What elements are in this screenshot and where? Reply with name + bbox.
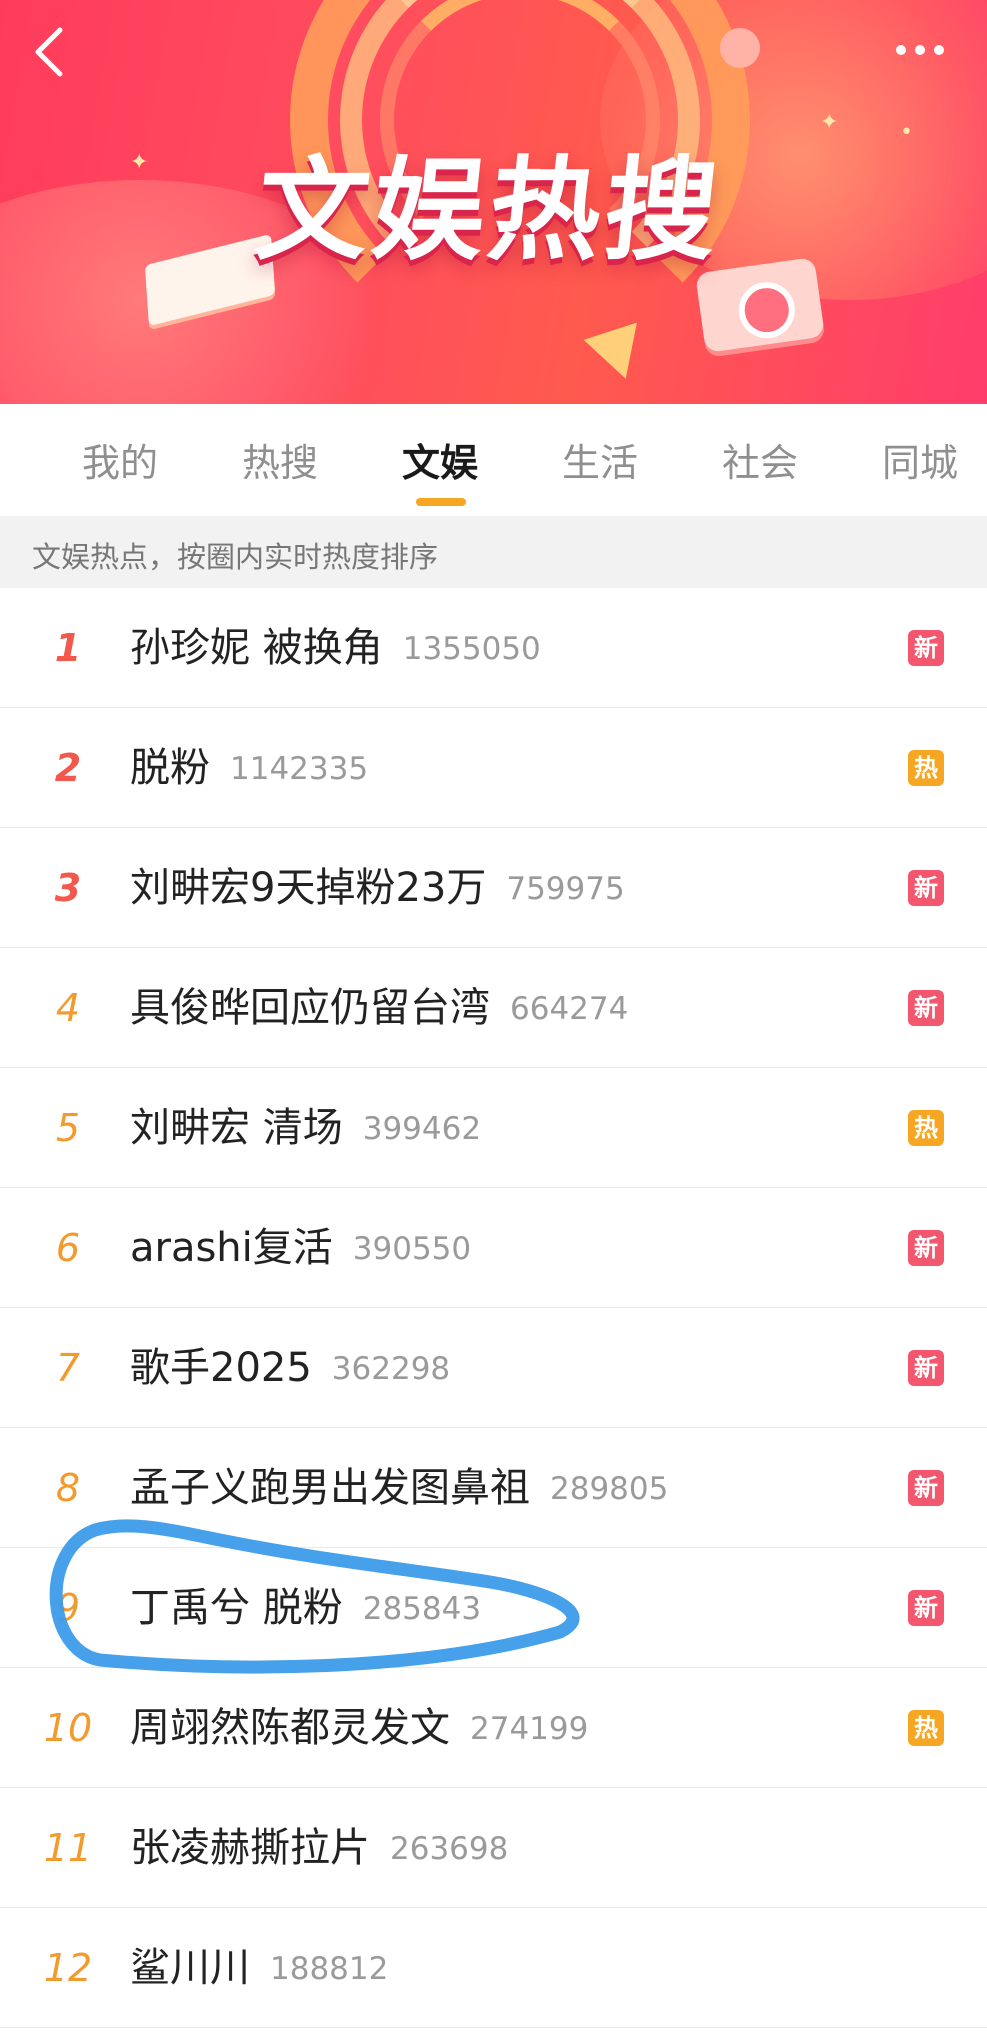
item-count: 759975 (506, 871, 625, 907)
tab-local[interactable]: 同城 (882, 438, 958, 488)
rank-number: 8 (55, 1466, 81, 1510)
item-title-line: 刘畊宏9天掉粉23万 759975 (130, 828, 625, 948)
list-item[interactable]: 1 孙珍妮 被换角 1355050 新 (0, 588, 987, 708)
new-badge: 新 (908, 1350, 944, 1386)
sparkle-icon: • (900, 120, 913, 145)
item-title: 歌手2025 (130, 1345, 312, 1391)
item-title: 周翊然陈都灵发文 (130, 1705, 450, 1751)
rank-number: 2 (54, 746, 82, 790)
item-title-line: 周翊然陈都灵发文 274199 (130, 1668, 588, 1788)
rank-number: 12 (43, 1946, 93, 1990)
hot-badge: 热 (908, 1710, 944, 1746)
list-item[interactable]: 4 具俊晔回应仍留台湾 664274 新 (0, 948, 987, 1068)
item-title-line: 张凌赫撕拉片 263698 (130, 1788, 508, 1908)
sparkle-icon: ✦ (820, 110, 839, 135)
item-title: arashi复活 (130, 1225, 333, 1271)
new-badge: 新 (908, 870, 944, 906)
item-title-line: 丁禹兮 脱粉 285843 (130, 1548, 481, 1668)
back-button[interactable] (28, 24, 84, 80)
header-banner: ✦ ✦ • 文娱热搜 (0, 0, 987, 404)
item-title-line: 鲨川川 188812 (130, 1908, 388, 2028)
item-title-line: 孟子义跑男出发图鼻祖 289805 (130, 1428, 668, 1548)
rank-number: 7 (55, 1346, 81, 1390)
item-title: 刘畊宏 清场 (130, 1105, 343, 1151)
item-count: 362298 (331, 1351, 451, 1387)
list-item[interactable]: 2 脱粉 1142335 热 (0, 708, 987, 828)
tab-mine[interactable]: 我的 (82, 438, 158, 488)
item-title: 脱粉 (130, 745, 210, 791)
rank-number: 6 (55, 1226, 81, 1270)
item-count: 664274 (510, 991, 629, 1027)
more-button[interactable] (880, 28, 960, 72)
item-title: 张凌赫撕拉片 (130, 1825, 370, 1871)
rank-number: 11 (43, 1826, 93, 1870)
item-count: 1142335 (230, 751, 369, 787)
item-count: 188812 (270, 1951, 389, 1987)
rank-number: 3 (54, 866, 82, 910)
item-title-line: 歌手2025 362298 (130, 1308, 450, 1428)
item-count: 285843 (362, 1591, 482, 1627)
rank-number: 4 (55, 986, 81, 1030)
tab-society[interactable]: 社会 (722, 438, 798, 488)
item-title: 孟子义跑男出发图鼻祖 (130, 1465, 530, 1511)
item-title-line: arashi复活 390550 (130, 1188, 471, 1308)
tab-hot-search[interactable]: 热搜 (242, 438, 318, 488)
new-badge: 新 (908, 630, 944, 666)
tab-life[interactable]: 生活 (562, 438, 638, 488)
item-count: 390550 (352, 1231, 472, 1267)
list-item[interactable]: 6 arashi复活 390550 新 (0, 1188, 987, 1308)
list-item[interactable]: 3 刘畊宏9天掉粉23万 759975 新 (0, 828, 987, 948)
item-count: 399462 (362, 1111, 482, 1147)
item-count: 1355050 (402, 631, 541, 667)
list-item[interactable]: 10 周翊然陈都灵发文 274199 热 (0, 1668, 987, 1788)
item-title: 丁禹兮 脱粉 (130, 1585, 343, 1631)
list-item[interactable]: 7 歌手2025 362298 新 (0, 1308, 987, 1428)
banner-title: 文娱热搜 (250, 146, 728, 276)
list-item[interactable]: 12 鲨川川 188812 (0, 1908, 987, 2028)
list-item[interactable]: 9 丁禹兮 脱粉 285843 新 (0, 1548, 987, 1668)
list-item[interactable]: 8 孟子义跑男出发图鼻祖 289805 新 (0, 1428, 987, 1548)
item-title: 具俊晔回应仍留台湾 (130, 985, 490, 1031)
chevron-left-icon (35, 27, 63, 77)
planet-icon (720, 28, 760, 68)
rank-number: 9 (55, 1586, 81, 1630)
more-dot (934, 45, 944, 55)
category-tabs: 我的 热搜 文娱 生活 社会 同城 (0, 404, 987, 516)
new-badge: 新 (908, 1470, 944, 1506)
sparkle-icon: ✦ (130, 150, 149, 175)
item-title: 孙珍妮 被换角 (130, 625, 383, 671)
hot-badge: 热 (908, 750, 944, 786)
item-title-line: 孙珍妮 被换角 1355050 (130, 588, 541, 708)
new-badge: 新 (908, 1230, 944, 1266)
rank-number: 5 (55, 1106, 81, 1150)
new-badge: 新 (908, 1590, 944, 1626)
item-title: 鲨川川 (130, 1945, 250, 1991)
active-tab-indicator (416, 498, 466, 506)
subtitle-text: 文娱热点，按圈内实时热度排序 (32, 540, 439, 574)
item-count: 274199 (470, 1711, 589, 1747)
tab-entertainment[interactable]: 文娱 (402, 438, 478, 488)
item-title: 刘畊宏9天掉粉23万 (130, 865, 487, 911)
more-dot (915, 45, 925, 55)
subtitle-bar: 文娱热点，按圈内实时热度排序 (0, 516, 987, 588)
item-title-line: 脱粉 1142335 (130, 708, 368, 828)
hot-badge: 热 (908, 1110, 944, 1146)
more-dot (896, 45, 906, 55)
item-title-line: 具俊晔回应仍留台湾 664274 (130, 948, 628, 1068)
rank-number: 1 (54, 626, 82, 670)
item-count: 289805 (550, 1471, 669, 1507)
list-item[interactable]: 5 刘畊宏 清场 399462 热 (0, 1068, 987, 1188)
list-item[interactable]: 11 张凌赫撕拉片 263698 (0, 1788, 987, 1908)
new-badge: 新 (908, 990, 944, 1026)
item-count: 263698 (390, 1831, 509, 1867)
item-title-line: 刘畊宏 清场 399462 (130, 1068, 481, 1188)
rank-number: 10 (43, 1706, 93, 1750)
